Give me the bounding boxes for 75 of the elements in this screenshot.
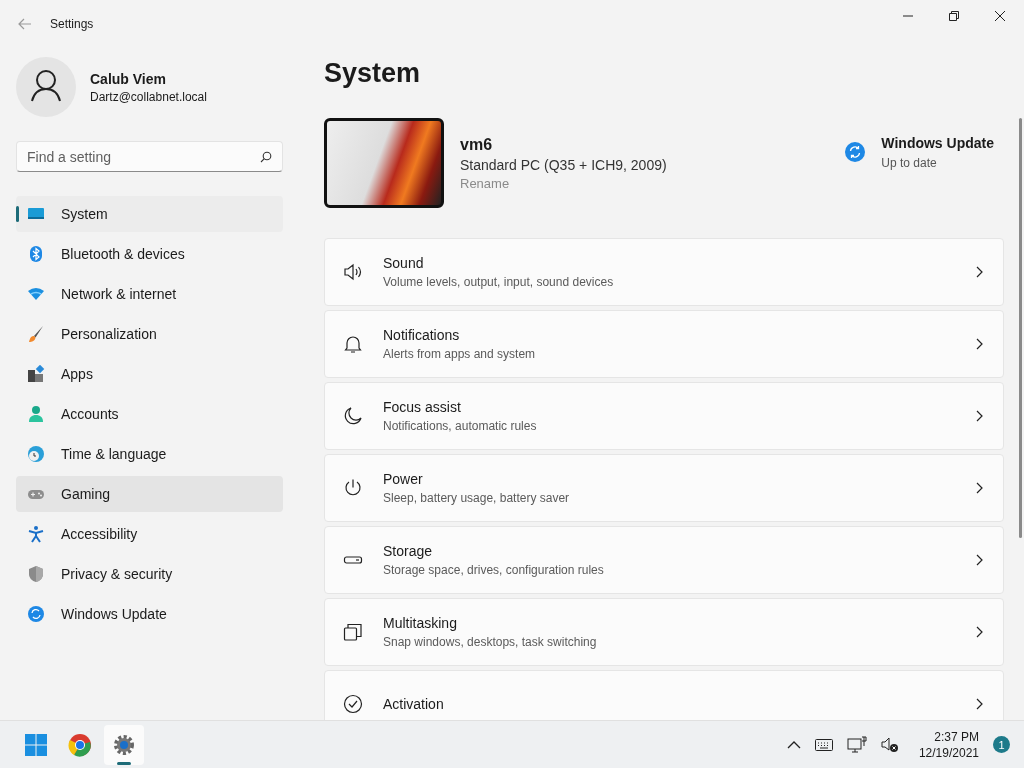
back-arrow-icon[interactable] bbox=[18, 18, 32, 30]
card-title: Activation bbox=[383, 696, 445, 712]
chevron-right-icon bbox=[976, 698, 983, 710]
user-email: Dartz@collabnet.local bbox=[90, 89, 207, 104]
gear-icon[interactable] bbox=[104, 724, 144, 765]
chevron-right-icon bbox=[976, 626, 983, 638]
chevron-right-icon bbox=[976, 266, 983, 278]
bluetooth-icon bbox=[27, 245, 45, 263]
settings-card[interactable]: Activation bbox=[324, 670, 1004, 720]
card-title: Power bbox=[383, 471, 424, 487]
settings-card[interactable]: Sound Volume levels, output, input, sound devices bbox=[324, 238, 1004, 306]
apps-icon bbox=[27, 365, 45, 383]
bell-icon bbox=[343, 334, 363, 354]
search-field[interactable]: Find a setting bbox=[16, 141, 283, 172]
sidebar-item[interactable]: Accessibility bbox=[16, 516, 283, 552]
card-subtitle: Alerts from apps and system bbox=[383, 347, 537, 361]
person-icon bbox=[27, 405, 45, 423]
update-status: Up to date bbox=[881, 155, 938, 170]
accessibility-icon bbox=[27, 525, 45, 543]
shield-icon bbox=[27, 565, 45, 583]
card-subtitle: Snap windows, desktops, task switching bbox=[383, 635, 598, 649]
chevron-right-icon bbox=[976, 410, 983, 422]
clock-time[interactable]: 2:37 PM bbox=[934, 729, 979, 744]
scrollbar[interactable] bbox=[1019, 118, 1022, 538]
sidebar-item[interactable]: Gaming bbox=[16, 476, 283, 512]
settings-card[interactable]: Multitasking Snap windows, desktops, task switching bbox=[324, 598, 1004, 666]
speaker-muted-icon[interactable] bbox=[880, 736, 899, 753]
windows-stack-icon bbox=[343, 622, 363, 642]
sidebar-item[interactable]: Bluetooth & devices bbox=[16, 236, 283, 272]
clock-date[interactable]: 12/19/2021 bbox=[918, 745, 979, 760]
moon-icon bbox=[343, 406, 363, 426]
window-title: Settings bbox=[50, 17, 94, 31]
card-title: Focus assist bbox=[383, 399, 462, 415]
card-subtitle: Sleep, battery usage, battery saver bbox=[383, 491, 571, 505]
close-icon[interactable] bbox=[994, 10, 1006, 22]
card-title: Storage bbox=[383, 543, 434, 559]
device-name: vm6 bbox=[460, 135, 494, 154]
sidebar-item[interactable]: Windows Update bbox=[16, 596, 283, 632]
user-name: Calub Viem bbox=[90, 70, 167, 87]
card-subtitle: Storage space, drives, configuration rules bbox=[383, 563, 605, 577]
page-title: System bbox=[324, 58, 422, 89]
notification-count[interactable]: 1 bbox=[993, 736, 1010, 753]
sync-icon bbox=[27, 605, 45, 623]
keyboard-icon[interactable] bbox=[814, 738, 833, 751]
chevron-up-icon[interactable] bbox=[786, 740, 801, 749]
sidebar-item[interactable]: System bbox=[16, 196, 283, 232]
avatar-icon bbox=[16, 57, 76, 117]
sidebar-item[interactable]: Time & language bbox=[16, 436, 283, 472]
speaker-icon bbox=[343, 262, 363, 282]
sidebar-item[interactable]: Privacy & security bbox=[16, 556, 283, 592]
search-icon bbox=[260, 151, 272, 163]
chevron-right-icon bbox=[976, 482, 983, 494]
card-subtitle: Volume levels, output, input, sound devices bbox=[383, 275, 615, 289]
settings-card[interactable]: Storage Storage space, drives, configuration rules bbox=[324, 526, 1004, 594]
sidebar-item[interactable]: Network & internet bbox=[16, 276, 283, 312]
settings-card[interactable]: Focus assist Notifications, automatic rules bbox=[324, 382, 1004, 450]
clock-globe-icon bbox=[27, 445, 45, 463]
power-icon bbox=[343, 478, 363, 498]
card-subtitle: Notifications, automatic rules bbox=[383, 419, 538, 433]
chevron-right-icon bbox=[976, 338, 983, 350]
update-title[interactable]: Windows Update bbox=[881, 134, 994, 151]
card-title: Sound bbox=[383, 255, 425, 271]
check-circle-icon bbox=[343, 694, 363, 714]
sidebar-item[interactable]: Personalization bbox=[16, 316, 283, 352]
sidebar-item[interactable]: Apps bbox=[16, 356, 283, 392]
network-monitor-icon[interactable] bbox=[846, 735, 867, 754]
chevron-right-icon bbox=[976, 554, 983, 566]
restore-icon[interactable] bbox=[948, 10, 960, 22]
settings-card[interactable]: Notifications Alerts from apps and system bbox=[324, 310, 1004, 378]
settings-card[interactable]: Power Sleep, battery usage, battery saver bbox=[324, 454, 1004, 522]
sync-icon bbox=[845, 142, 866, 162]
card-title: Notifications bbox=[383, 327, 461, 343]
card-title: Multitasking bbox=[383, 615, 458, 631]
device-model: Standard PC (Q35 + ICH9, 2009) bbox=[460, 156, 667, 173]
sidebar-item[interactable]: Accounts bbox=[16, 396, 283, 432]
